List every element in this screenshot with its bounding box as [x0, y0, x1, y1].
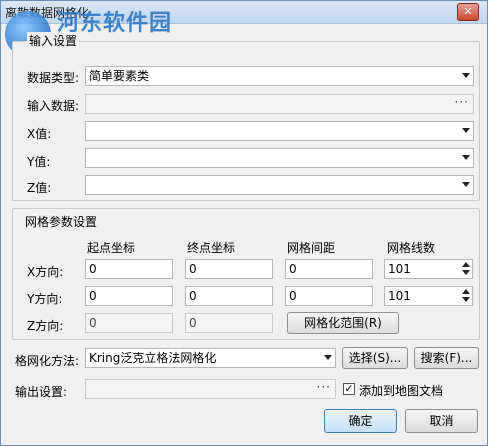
x-value-select[interactable] — [85, 121, 474, 141]
col-header-spacing: 网格间距 — [287, 241, 336, 255]
col-header-end: 终点坐标 — [187, 241, 236, 255]
method-label: 格网化方法: — [15, 354, 80, 368]
y-lines-spinner[interactable]: 101 — [384, 286, 473, 306]
y-lines-value: 101 — [388, 289, 411, 303]
dialog-window: 离散数据网格化 ✕ 河东软件园 www.pc0359.cn 输入设置 数据类型:… — [0, 0, 488, 446]
x-direction-label: X方向: — [27, 265, 64, 279]
x-end-value: 0 — [189, 262, 197, 276]
chevron-down-icon — [462, 73, 470, 78]
x-end-input[interactable]: 0 — [185, 259, 273, 279]
close-button[interactable]: ✕ — [457, 3, 479, 21]
y-spacing-input[interactable]: 0 — [285, 286, 373, 306]
z-start-value: 0 — [89, 316, 97, 330]
x-start-input[interactable]: 0 — [85, 259, 173, 279]
col-header-lines: 网格线数 — [387, 241, 436, 255]
y-value-label: Y值: — [27, 155, 51, 169]
grid-range-button[interactable]: 网格化范围(R) — [287, 312, 399, 334]
title-bar[interactable]: 离散数据网格化 ✕ — [1, 1, 487, 24]
chevron-down-icon — [324, 355, 332, 360]
y-end-input[interactable]: 0 — [185, 286, 273, 306]
chevron-down-icon — [462, 128, 470, 133]
z-end-value: 0 — [189, 316, 197, 330]
z-end-input: 0 — [185, 313, 273, 333]
grid-params-title: 网格参数设置 — [25, 215, 98, 229]
add-to-map-label: 添加到地图文档 — [359, 384, 444, 398]
output-label: 输出设置: — [15, 385, 68, 399]
output-path-field[interactable]: ··· — [85, 379, 336, 399]
y-end-value: 0 — [189, 289, 197, 303]
browse-ellipsis-icon[interactable]: ··· — [455, 93, 469, 111]
spin-arrows-icon[interactable] — [462, 289, 470, 303]
x-lines-value: 101 — [388, 262, 411, 276]
x-value-label: X值: — [27, 127, 52, 141]
window-title: 离散数据网格化 — [5, 6, 90, 20]
input-data-label: 输入数据: — [27, 99, 80, 113]
search-button[interactable]: 搜索(F)... — [414, 347, 479, 369]
spin-arrows-icon[interactable] — [462, 262, 470, 276]
y-start-input[interactable]: 0 — [85, 286, 173, 306]
data-type-value: 简单要素类 — [89, 69, 150, 83]
col-header-start: 起点坐标 — [87, 241, 136, 255]
z-value-select[interactable] — [85, 175, 474, 195]
x-spacing-value: 0 — [289, 262, 297, 276]
z-start-input: 0 — [85, 313, 173, 333]
data-type-select[interactable]: 简单要素类 — [85, 66, 474, 86]
chevron-down-icon — [462, 182, 470, 187]
close-icon: ✕ — [463, 5, 473, 18]
y-spacing-value: 0 — [289, 289, 297, 303]
checkmark-icon: ✓ — [344, 382, 354, 395]
y-start-value: 0 — [89, 289, 97, 303]
method-select[interactable]: Kring泛克立格法网格化 — [85, 348, 336, 368]
x-lines-spinner[interactable]: 101 — [384, 259, 473, 279]
x-spacing-input[interactable]: 0 — [285, 259, 373, 279]
ok-button[interactable]: 确定 — [324, 409, 397, 433]
method-value: Kring泛克立格法网格化 — [89, 351, 217, 365]
add-to-map-checkbox[interactable]: ✓ — [343, 383, 355, 395]
z-value-label: Z值: — [27, 181, 52, 195]
y-value-select[interactable] — [85, 148, 474, 168]
select-button[interactable]: 选择(S)... — [342, 347, 408, 369]
chevron-down-icon — [462, 155, 470, 160]
z-direction-label: Z方向: — [27, 319, 64, 333]
x-start-value: 0 — [89, 262, 97, 276]
input-data-field[interactable]: ··· — [85, 94, 474, 114]
cancel-button[interactable]: 取消 — [405, 409, 478, 433]
y-direction-label: Y方向: — [27, 292, 63, 306]
input-settings-title: 输入设置 — [27, 32, 80, 49]
browse-ellipsis-icon[interactable]: ··· — [317, 378, 331, 396]
data-type-label: 数据类型: — [27, 71, 80, 85]
